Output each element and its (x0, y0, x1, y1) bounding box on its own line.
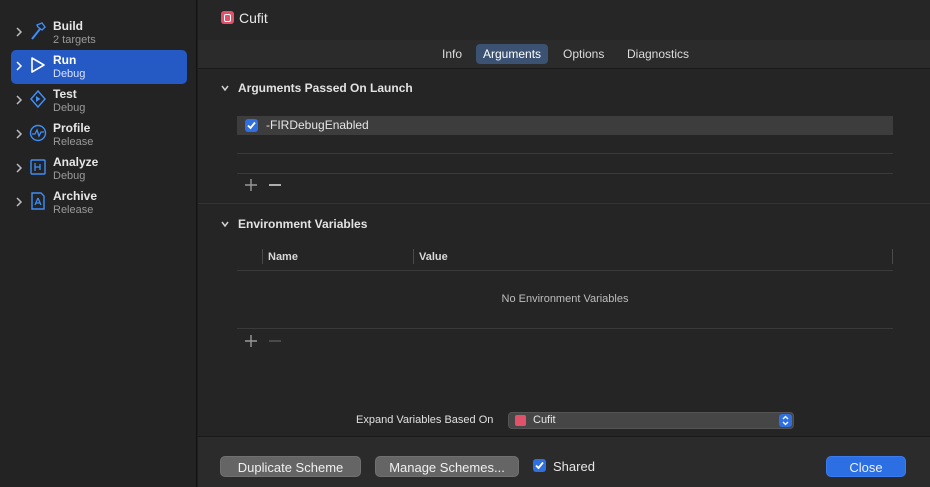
expand-variables-label: Expand Variables Based On (356, 414, 494, 426)
add-variable-button[interactable] (244, 334, 258, 348)
environment-section-title: Environment Variables (238, 217, 368, 231)
add-argument-button[interactable] (244, 178, 258, 192)
chevron-right-icon[interactable] (14, 94, 24, 106)
column-header-value[interactable]: Value (419, 251, 448, 263)
gauge-icon (29, 124, 47, 142)
shared-label[interactable]: Shared (553, 459, 595, 474)
sidebar-item-title: Analyze (53, 155, 99, 169)
divider (237, 153, 893, 154)
sidebar-item-profile[interactable]: Profile Release (11, 118, 187, 152)
sidebar-item-subtitle: Debug (53, 68, 86, 80)
column-separator (892, 249, 893, 264)
sidebar-item-analyze[interactable]: Analyze Debug (11, 152, 187, 186)
sidebar-item-title: Profile (53, 121, 91, 135)
sidebar-item-build[interactable]: Build 2 targets (11, 16, 187, 50)
shared-checkbox[interactable] (533, 459, 546, 472)
chevron-right-icon[interactable] (14, 128, 24, 140)
sidebar-item-run[interactable]: Run Debug (11, 50, 187, 84)
sidebar-item-test[interactable]: Test Debug (11, 84, 187, 118)
app-icon (515, 415, 526, 426)
test-diamond-icon (30, 89, 46, 109)
scheme-name: Cufit (239, 10, 268, 26)
sidebar-item-archive[interactable]: Archive Release (11, 186, 187, 220)
sidebar-item-subtitle: Release (53, 204, 94, 216)
sidebar-item-subtitle: 2 targets (53, 34, 96, 46)
duplicate-scheme-button[interactable]: Duplicate Scheme (220, 456, 361, 477)
sidebar-item-subtitle: Release (53, 136, 94, 148)
scheme-editor-main: Cufit Info Arguments Options Diagnostics… (198, 0, 930, 487)
divider (237, 173, 893, 174)
chevron-down-icon[interactable] (220, 219, 230, 229)
remove-variable-button[interactable] (268, 334, 282, 348)
sidebar-item-title: Run (53, 53, 77, 67)
tab-diagnostics[interactable]: Diagnostics (620, 44, 696, 64)
divider (198, 203, 930, 204)
tab-options[interactable]: Options (556, 44, 611, 64)
chevron-right-icon[interactable] (14, 196, 24, 208)
remove-argument-button[interactable] (268, 178, 282, 192)
manage-schemes-button[interactable]: Manage Schemes... (375, 456, 519, 477)
close-button[interactable]: Close (826, 456, 906, 477)
expand-variables-value: Cufit (533, 414, 556, 426)
chevron-right-icon[interactable] (14, 26, 24, 38)
column-header-name[interactable]: Name (268, 251, 298, 263)
tab-bar: Info Arguments Options Diagnostics (198, 40, 930, 68)
sidebar-item-subtitle: Debug (53, 170, 86, 182)
arguments-content: Arguments Passed On Launch -FIRDebugEnab… (198, 68, 930, 436)
argument-value[interactable]: -FIRDebugEnabled (266, 118, 369, 132)
sidebar-item-title: Archive (53, 189, 98, 203)
archive-icon (31, 192, 45, 210)
divider (237, 270, 893, 271)
argument-row[interactable]: -FIRDebugEnabled (237, 116, 893, 135)
tab-info[interactable]: Info (435, 44, 469, 64)
expand-variables-popup[interactable]: Cufit (508, 412, 794, 429)
chevron-down-icon[interactable] (220, 83, 230, 93)
chevron-right-icon[interactable] (14, 162, 24, 174)
analyze-icon (30, 159, 46, 175)
scheme-actions-sidebar: Build 2 targets Run Debug Test Debug Pro… (0, 0, 197, 487)
chevron-up-down-icon[interactable] (779, 414, 792, 427)
sidebar-item-title: Build (53, 19, 83, 33)
sidebar-item-subtitle: Debug (53, 102, 86, 114)
hammer-icon (31, 22, 46, 40)
chevron-right-icon[interactable] (14, 60, 24, 72)
scheme-header: Cufit (198, 0, 930, 40)
argument-checkbox[interactable] (245, 119, 258, 132)
empty-state-text: No Environment Variables (501, 293, 629, 305)
play-icon (31, 57, 45, 73)
column-separator (262, 249, 263, 264)
tab-arguments[interactable]: Arguments (476, 44, 549, 64)
arguments-section-title: Arguments Passed On Launch (238, 81, 413, 95)
app-icon (221, 11, 234, 24)
footer-bar: Duplicate Scheme Manage Schemes... Share… (198, 436, 930, 487)
column-separator (413, 249, 414, 264)
sidebar-item-title: Test (53, 87, 77, 101)
divider (237, 328, 893, 329)
